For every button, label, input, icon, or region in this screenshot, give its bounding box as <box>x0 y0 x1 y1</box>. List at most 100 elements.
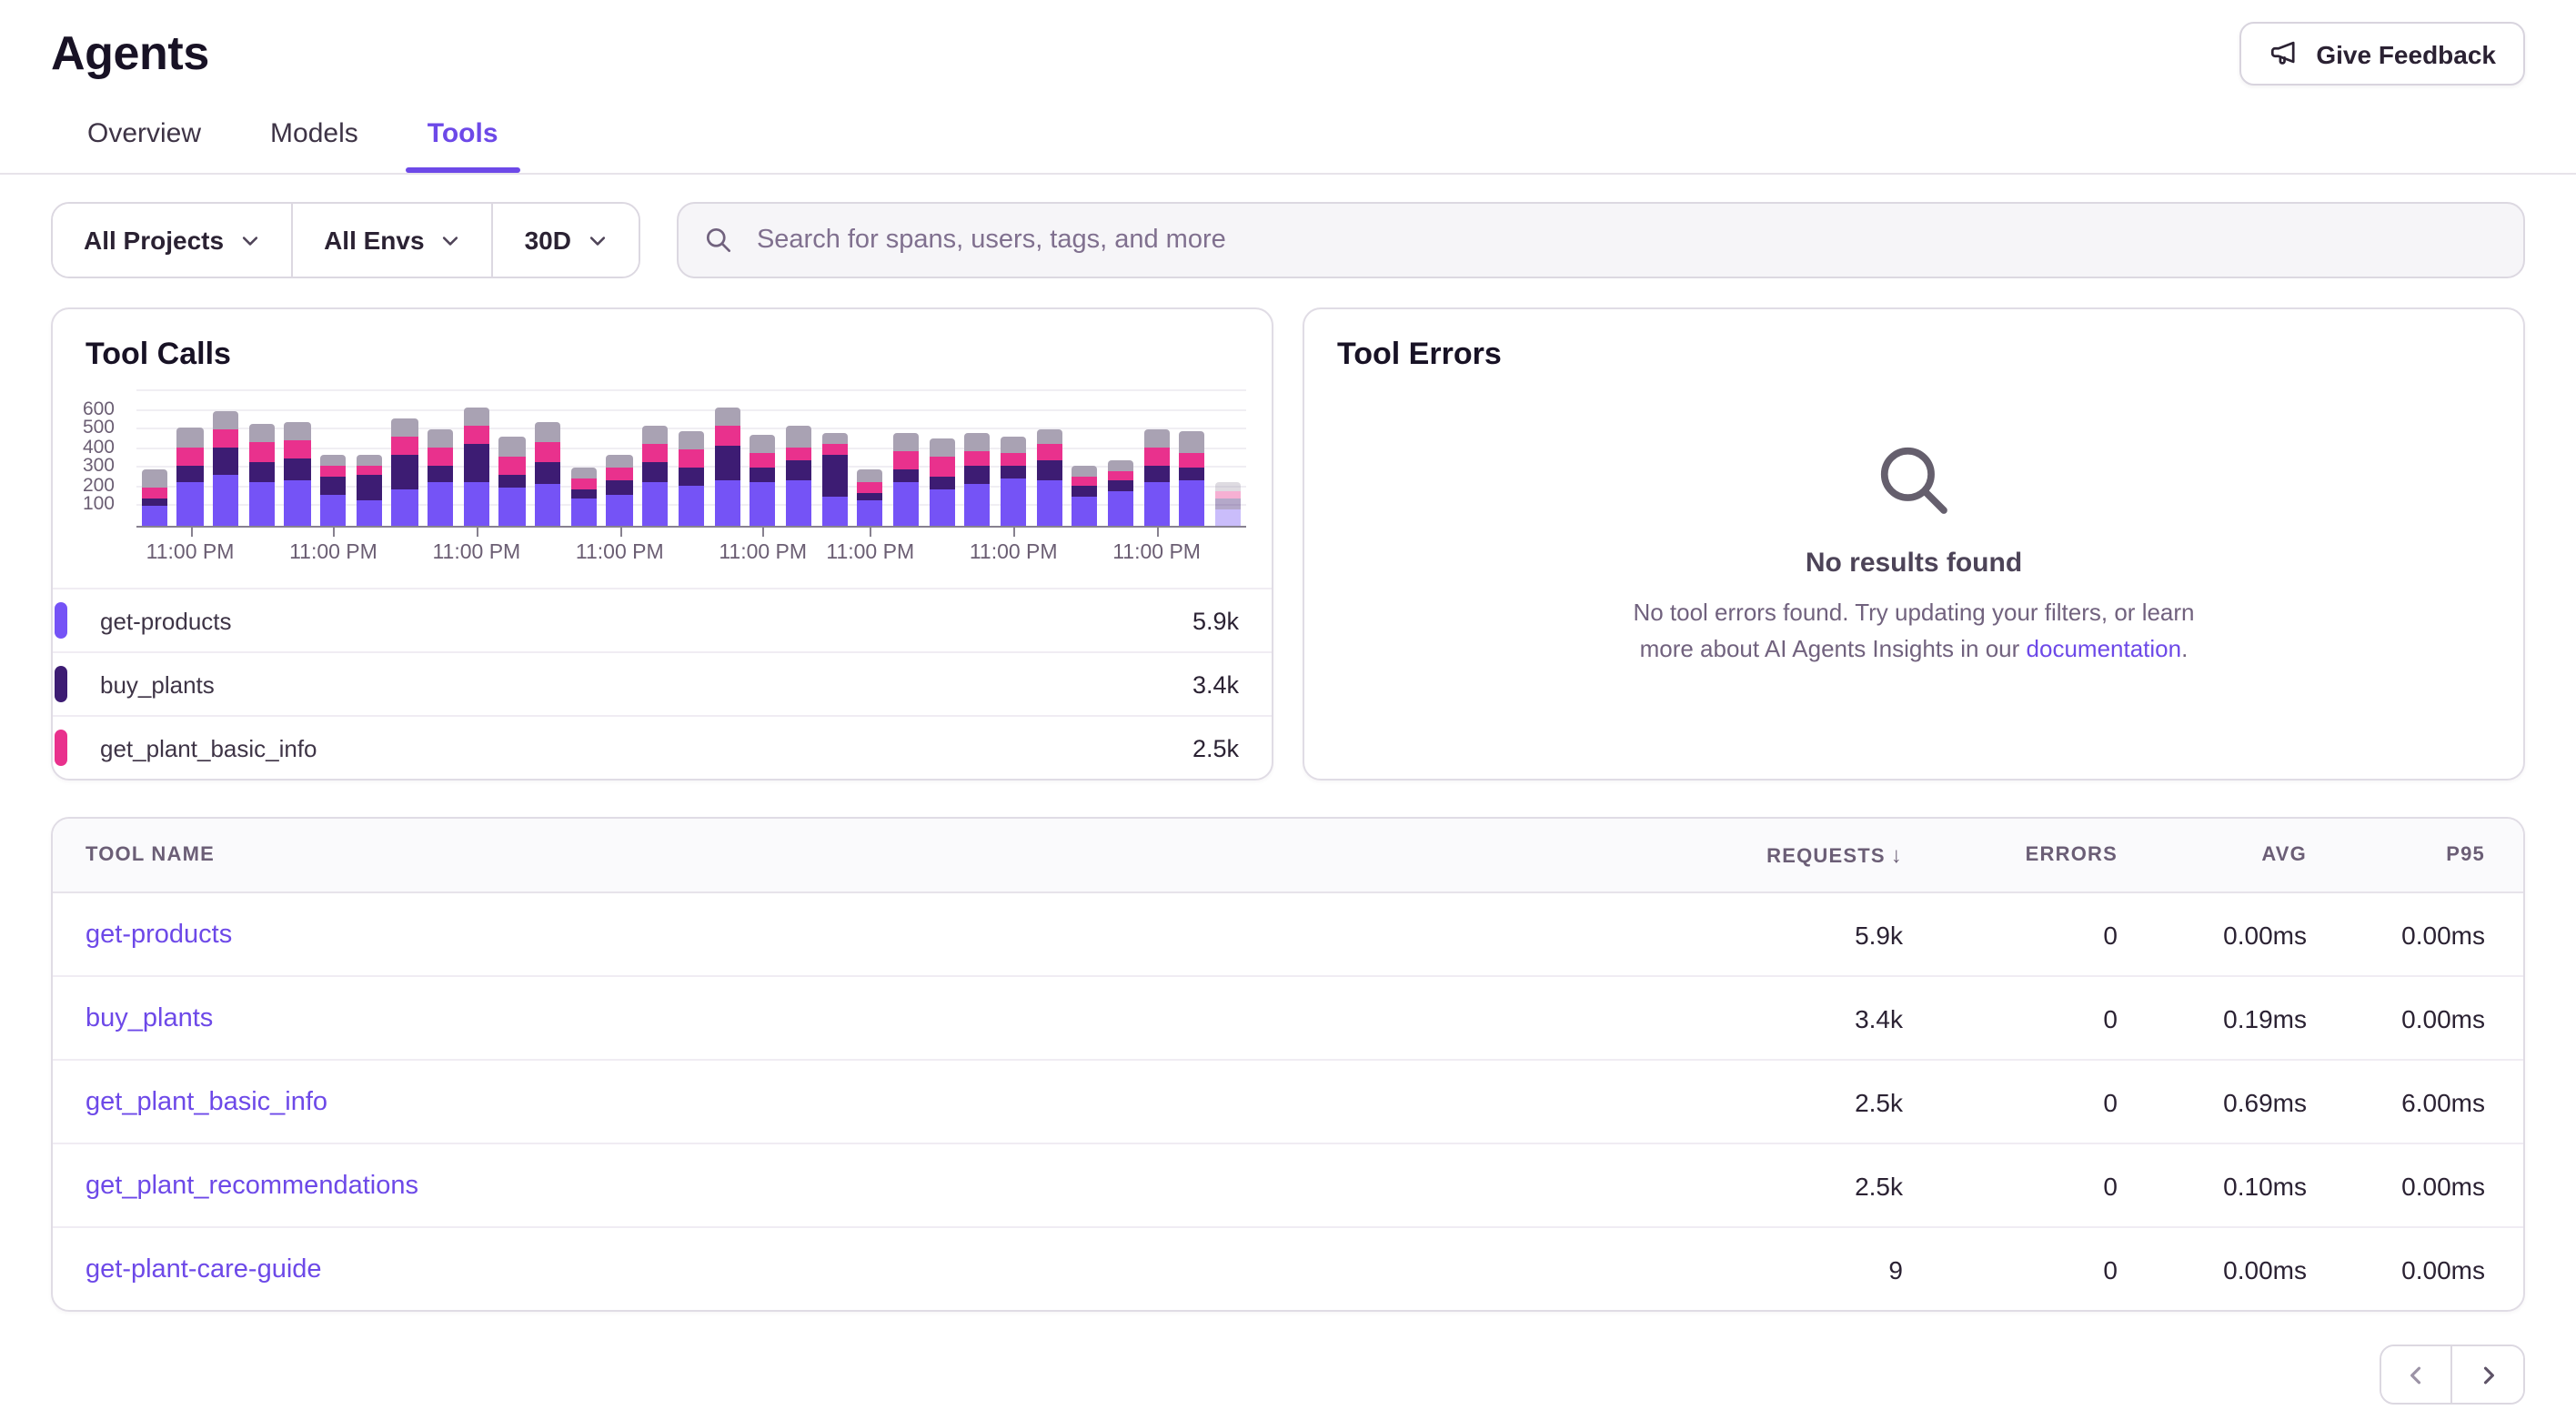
column-header-errors[interactable]: ERRORS <box>1903 844 2118 866</box>
bar-segment-get-products <box>142 506 167 526</box>
tool-name-link[interactable]: buy_plants <box>86 1003 1685 1032</box>
cell-requests: 5.9k <box>1685 920 1903 949</box>
chart-bar[interactable] <box>852 391 888 526</box>
chart-bar[interactable] <box>995 391 1031 526</box>
column-header-avg[interactable]: AVG <box>2118 844 2307 866</box>
cell-avg: 0.19ms <box>2118 1003 2307 1032</box>
chart-bar[interactable] <box>960 391 995 526</box>
chart-bar[interactable] <box>745 391 780 526</box>
cell-avg: 0.69ms <box>2118 1087 2307 1116</box>
bar-segment-buy_plants <box>142 499 167 506</box>
cell-p95: 0.00ms <box>2307 1254 2485 1284</box>
chevron-down-icon <box>588 230 608 250</box>
cell-p95: 0.00ms <box>2307 920 2485 949</box>
table-row: buy_plants3.4k00.19ms0.00ms <box>53 977 2523 1061</box>
documentation-link[interactable]: documentation <box>2027 634 2182 661</box>
column-header-tool-name[interactable]: TOOL NAME <box>86 844 1685 866</box>
chart-bar[interactable] <box>530 391 566 526</box>
bar-segment-buy_plants <box>679 468 704 486</box>
chart-bar[interactable] <box>316 391 351 526</box>
bar-segment-buy_plants <box>857 493 882 500</box>
bar-segment-buy_plants <box>320 477 346 495</box>
bar-segment-buy_plants <box>357 475 382 500</box>
tab-models[interactable]: Models <box>267 111 362 173</box>
tab-overview[interactable]: Overview <box>84 111 205 173</box>
chart-bar[interactable] <box>458 391 494 526</box>
date-range-filter-button[interactable]: 30D <box>494 204 639 277</box>
search-input[interactable] <box>753 224 2498 257</box>
bar-segment-other <box>857 469 882 482</box>
chart-bar[interactable] <box>423 391 458 526</box>
chart-bar[interactable] <box>1031 391 1067 526</box>
bar-segment-get-products <box>357 500 382 526</box>
megaphone-icon <box>2269 38 2299 69</box>
chart-bar[interactable] <box>1067 391 1102 526</box>
chart-bar[interactable] <box>494 391 529 526</box>
tool-name-link[interactable]: get-products <box>86 920 1685 949</box>
chart-bar[interactable] <box>780 391 816 526</box>
bar-segment-get-products <box>1001 478 1026 526</box>
chart-bar[interactable] <box>888 391 923 526</box>
cell-p95: 0.00ms <box>2307 1003 2485 1032</box>
previous-page-button[interactable] <box>2381 1346 2452 1403</box>
chart-bar[interactable] <box>136 391 172 526</box>
cell-avg: 0.10ms <box>2118 1171 2307 1200</box>
tool-name-link[interactable]: get_plant_basic_info <box>86 1087 1685 1116</box>
tool-errors-empty-state: No results found No tool errors found. T… <box>1304 440 2523 666</box>
bar-segment-buy_plants <box>1001 466 1026 478</box>
chart-bar[interactable] <box>387 391 422 526</box>
x-axis-tick-label: 11:00 PM <box>1112 542 1201 564</box>
cell-errors: 0 <box>1903 1003 2118 1032</box>
chart-bar[interactable] <box>1139 391 1174 526</box>
tool-calls-card: Tool Calls 100200300400500600 11:00 PM11… <box>51 307 1273 781</box>
column-header-p95[interactable]: P95 <box>2307 844 2485 866</box>
next-page-button[interactable] <box>2452 1346 2523 1403</box>
bar-segment-other <box>249 424 275 442</box>
chart-bar[interactable] <box>601 391 637 526</box>
legend-swatch <box>55 602 67 639</box>
bar-segment-buy_plants <box>786 460 811 480</box>
x-axis-tick-label: 11:00 PM <box>826 542 914 564</box>
no-results-line2: more about AI Agents Insights in our <box>1640 634 2027 661</box>
chart-bar[interactable] <box>1210 391 1245 526</box>
column-header-requests[interactable]: REQUESTS↓ <box>1685 842 1903 868</box>
chart-bar[interactable] <box>279 391 315 526</box>
bar-segment-other <box>964 433 990 451</box>
chart-bar[interactable] <box>351 391 387 526</box>
chart-bar[interactable] <box>172 391 207 526</box>
bar-segment-get_plant_basic_info <box>535 442 560 462</box>
env-filter-button[interactable]: All Envs <box>293 204 494 277</box>
chart-bar[interactable] <box>208 391 244 526</box>
bar-segment-get_plant_basic_info <box>1036 444 1062 460</box>
chart-bar[interactable] <box>1102 391 1138 526</box>
no-results-line1: No tool errors found. Try updating your … <box>1633 599 2194 626</box>
chart-bar[interactable] <box>638 391 673 526</box>
tool-name-link[interactable]: get-plant-care-guide <box>86 1254 1685 1284</box>
chart-bar[interactable] <box>924 391 960 526</box>
x-axis-tick <box>477 528 478 537</box>
bar-segment-buy_plants <box>893 469 919 482</box>
chart-bar[interactable] <box>673 391 709 526</box>
chart-bar[interactable] <box>244 391 279 526</box>
bar-segment-buy_plants <box>750 468 775 482</box>
bar-segment-buy_plants <box>929 477 954 489</box>
project-filter-button[interactable]: All Projects <box>53 204 293 277</box>
bar-segment-get-products <box>642 482 668 526</box>
bar-segment-other <box>213 411 238 429</box>
bar-segment-get_plant_basic_info <box>285 440 310 458</box>
toolbar: All Projects All Envs 30D <box>51 202 2525 278</box>
tab-tools[interactable]: Tools <box>424 111 502 173</box>
chart-bar[interactable] <box>709 391 745 526</box>
y-axis-tick-label: 400 <box>83 436 115 458</box>
tool-calls-plot[interactable] <box>136 391 1246 528</box>
chart-bar[interactable] <box>1174 391 1210 526</box>
give-feedback-button[interactable]: Give Feedback <box>2239 22 2525 86</box>
bar-segment-get-products <box>714 480 740 526</box>
bar-segment-get_plant_basic_info <box>320 466 346 477</box>
chart-bar[interactable] <box>817 391 852 526</box>
tool-name-link[interactable]: get_plant_recommendations <box>86 1171 1685 1200</box>
cell-requests: 2.5k <box>1685 1087 1903 1116</box>
chart-bar[interactable] <box>566 391 601 526</box>
bar-segment-other <box>607 455 632 468</box>
search-bar[interactable] <box>677 202 2525 278</box>
